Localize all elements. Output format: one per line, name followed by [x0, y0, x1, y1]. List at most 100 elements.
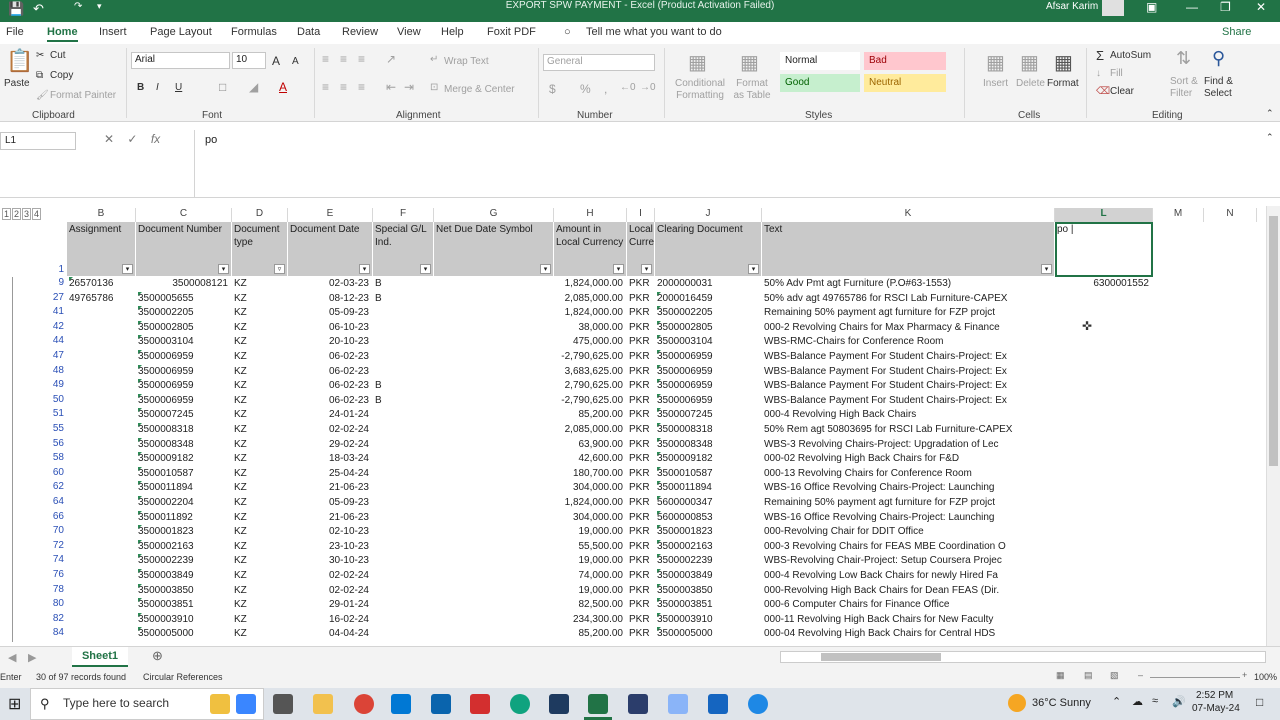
increase-decimal-icon[interactable]: ←0 — [620, 82, 636, 93]
style-good[interactable]: Good — [780, 74, 860, 92]
cell-k[interactable]: WBS-Revolving Chair-Project: Setup Cours… — [764, 554, 1051, 568]
align-center-icon[interactable]: ≡ — [340, 80, 347, 94]
row-number[interactable]: 62 — [44, 481, 66, 492]
cell-c[interactable]: 3500002239 — [138, 554, 228, 568]
cell-j[interactable]: 3500010587 — [657, 466, 758, 481]
cell-c[interactable]: 3500008121 — [138, 277, 228, 291]
align-left-icon[interactable]: ≡ — [322, 80, 329, 94]
cell-h[interactable]: 19,000.00 — [556, 525, 624, 539]
shrink-font-button[interactable]: A — [292, 56, 299, 67]
row-number[interactable]: 82 — [44, 613, 66, 624]
clock-date[interactable]: 07-May-24 — [1192, 703, 1240, 714]
cell-c[interactable]: 3500006959 — [138, 364, 228, 379]
cell-e[interactable]: 16-02-24 — [290, 613, 369, 627]
cell-k[interactable]: 50% Rem agt 50803695 for RSCI Lab Furnit… — [764, 423, 1051, 437]
row-number[interactable]: 58 — [44, 452, 66, 463]
cell-k[interactable]: WBS-Balance Payment For Student Chairs-P… — [764, 379, 1051, 393]
tab-insert[interactable]: Insert — [99, 26, 127, 38]
cell-d[interactable]: KZ — [234, 379, 284, 393]
cell-d[interactable]: KZ — [234, 408, 284, 422]
collapse-formula-icon[interactable]: ⌃ — [1266, 132, 1274, 143]
volume-icon[interactable]: 🔊 — [1172, 695, 1186, 708]
column-header-d[interactable]: D — [232, 208, 288, 222]
tray-chevron-icon[interactable]: ⌃ — [1112, 695, 1121, 708]
format-painter-icon[interactable]: 🖌 — [36, 90, 49, 101]
table-row[interactable]: 48 3500006959 KZ 06-02-23 3,683,625.00 PKR 350… — [0, 364, 1266, 380]
normal-view-icon[interactable]: ▦ — [1056, 670, 1065, 681]
zoom-out-icon[interactable]: – — [1138, 670, 1143, 680]
table-row[interactable]: 27 49765786 3500005655 KZ 08-12-23 B 2,085,000… — [0, 291, 1266, 307]
app-icon-4[interactable] — [708, 694, 728, 714]
cut-button[interactable]: Cut — [50, 50, 66, 61]
tab-help[interactable]: Help — [441, 26, 464, 38]
row-number[interactable]: 76 — [44, 569, 66, 580]
column-header-l[interactable]: L — [1055, 208, 1153, 222]
cell-j[interactable]: 3500008318 — [657, 423, 758, 437]
font-size-box[interactable]: 10 — [232, 52, 266, 69]
horizontal-scrollbar[interactable] — [780, 651, 1266, 663]
function-icon[interactable]: fx — [151, 132, 160, 146]
row-number[interactable]: 60 — [44, 467, 66, 478]
cell-h[interactable]: 42,600.00 — [556, 452, 624, 466]
row-number[interactable]: 51 — [44, 408, 66, 419]
format-cells-icon[interactable]: ▦ — [1054, 50, 1073, 75]
outline-level-button[interactable]: 3 — [22, 208, 31, 220]
table-row[interactable]: 74 3500002239 KZ 30-10-23 19,000.00 PKR 350000… — [0, 554, 1266, 570]
weather-text[interactable]: 36°C Sunny — [1032, 697, 1091, 709]
row-number[interactable]: 66 — [44, 511, 66, 522]
cell-i[interactable]: PKR — [629, 569, 651, 583]
cell-k[interactable]: WBS-Balance Payment For Student Chairs-P… — [764, 350, 1051, 364]
cell-d[interactable]: KZ — [234, 569, 284, 583]
header-cell-k[interactable]: Text ▾ — [762, 222, 1055, 276]
store-icon[interactable] — [391, 694, 411, 714]
paste-button[interactable]: Paste — [4, 78, 30, 89]
cell-d[interactable]: KZ — [234, 452, 284, 466]
cell-k[interactable]: WBS-Balance Payment For Student Chairs-P… — [764, 394, 1051, 408]
cell-f[interactable]: B — [375, 379, 430, 393]
cell-b[interactable]: 26570136 — [69, 277, 132, 291]
tab-file[interactable]: File — [6, 26, 24, 38]
cell-i[interactable]: PKR — [629, 292, 651, 306]
cell-e[interactable]: 05-09-23 — [290, 496, 369, 510]
cell-i[interactable]: PKR — [629, 554, 651, 568]
conditional-formatting-button[interactable]: Conditional Formatting — [672, 78, 728, 102]
cell-h[interactable]: 85,200.00 — [556, 408, 624, 422]
cell-e[interactable]: 21-06-23 — [290, 511, 369, 525]
sheet-tab-sheet1[interactable]: Sheet1 — [72, 647, 128, 667]
row-number[interactable]: 42 — [44, 321, 66, 332]
zoom-slider[interactable] — [1150, 677, 1240, 678]
formula-input[interactable]: po — [194, 130, 1278, 198]
style-neutral[interactable]: Neutral — [864, 74, 946, 92]
row-number[interactable]: 48 — [44, 365, 66, 376]
cell-d[interactable]: KZ — [234, 496, 284, 510]
app-icon-2[interactable] — [628, 694, 648, 714]
cell-i[interactable]: PKR — [629, 584, 651, 598]
cell-k[interactable]: 000-4 Revolving Low Back Chairs for newl… — [764, 569, 1051, 583]
cell-e[interactable]: 18-03-24 — [290, 452, 369, 466]
cell-c[interactable]: 3500003910 — [138, 612, 228, 627]
delete-cells-icon[interactable]: ▦ — [1020, 50, 1039, 75]
column-header-g[interactable]: G — [434, 208, 554, 222]
table-row[interactable]: 58 3500009182 KZ 18-03-24 42,600.00 PKR 350000… — [0, 452, 1266, 468]
cell-h[interactable]: 82,500.00 — [556, 598, 624, 612]
cell-j[interactable]: 3500003851 — [657, 598, 758, 612]
header-cell-i[interactable]: Local Curren ▾ — [627, 222, 655, 276]
cell-k[interactable]: 000-2 Revolving Chairs for Max Pharmacy … — [764, 321, 1051, 335]
cell-e[interactable]: 02-02-24 — [290, 423, 369, 437]
row-number[interactable]: 44 — [44, 335, 66, 346]
zoom-in-icon[interactable]: + — [1242, 670, 1247, 680]
cell-k[interactable]: WBS-Balance Payment For Student Chairs-P… — [764, 365, 1051, 379]
cell-d[interactable]: KZ — [234, 335, 284, 349]
cell-e[interactable]: 06-10-23 — [290, 321, 369, 335]
notifications-icon[interactable]: □ — [1256, 695, 1263, 709]
borders-icon[interactable]: □ — [219, 80, 226, 94]
cell-j[interactable]: 3500003910 — [657, 612, 758, 627]
filter-dropdown-icon[interactable]: ▾ — [359, 264, 370, 274]
cell-i[interactable]: PKR — [629, 277, 651, 291]
header-cell-b[interactable]: Assignment ▾ — [67, 222, 136, 276]
cell-h[interactable]: 2,085,000.00 — [556, 423, 623, 437]
cell-e[interactable]: 29-02-24 — [290, 438, 369, 452]
row-number[interactable]: 47 — [44, 350, 66, 361]
collapse-ribbon-icon[interactable]: ⌃ — [1266, 108, 1274, 119]
header-cell-f[interactable]: Special G/L Ind. ▾ — [373, 222, 434, 276]
